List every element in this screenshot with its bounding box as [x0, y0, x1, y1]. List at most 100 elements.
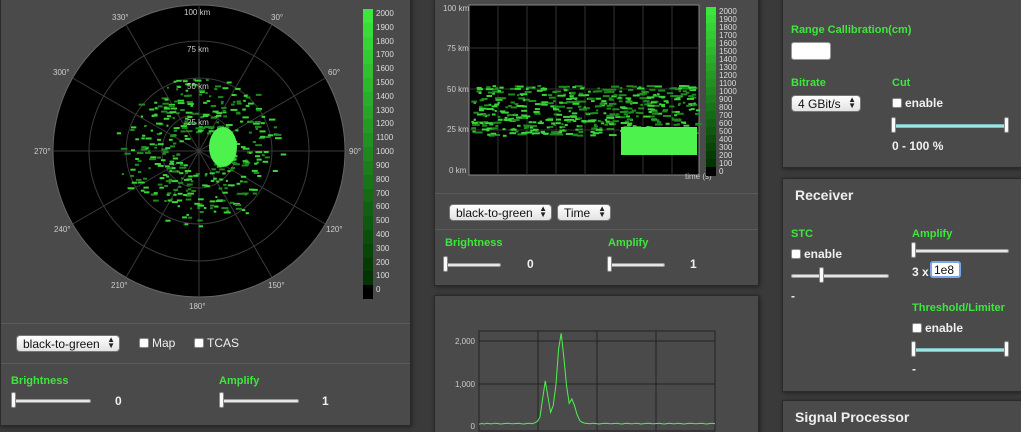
- cut-range-value: 0 - 100 %: [892, 139, 944, 153]
- threshold-value: -: [912, 362, 916, 376]
- slider-thumb[interactable]: [607, 256, 612, 272]
- ppi-amplify-slider[interactable]: [219, 392, 299, 408]
- divider: [1, 363, 410, 364]
- stc-slider[interactable]: [791, 267, 889, 283]
- slider-thumb-low[interactable]: [911, 341, 916, 357]
- map-label: Map: [152, 336, 176, 350]
- colorbar-tick: 600: [376, 202, 390, 212]
- waterfall-brightness-label: Brightness: [445, 237, 503, 249]
- ppi-brightness-label: Brightness: [11, 375, 69, 387]
- waterfall-colormap-select[interactable]: black-to-green ▲ ▼: [449, 204, 552, 221]
- amplify-input[interactable]: 1e8: [930, 261, 961, 278]
- waterfall-amplify-slider[interactable]: [607, 256, 665, 272]
- waterfall-axis-select[interactable]: Time ▲ ▼: [557, 204, 611, 221]
- bearing-label: 60°: [328, 68, 340, 77]
- colorbar-tick: 900: [376, 160, 390, 170]
- stc-value: -: [791, 289, 795, 303]
- ppi-brightness-slider[interactable]: [11, 392, 91, 408]
- divider: [435, 229, 758, 230]
- ppi-amplify-value: 1: [322, 394, 329, 408]
- waterfall-y-label: 0 km: [449, 166, 467, 175]
- colorbar-tick: 800: [376, 174, 390, 184]
- slider-thumb[interactable]: [911, 242, 916, 258]
- colorbar-tick: 100: [376, 271, 390, 281]
- slider-thumb[interactable]: [443, 256, 448, 272]
- slider-thumb-low[interactable]: [891, 117, 896, 133]
- colorbar-segment: [363, 188, 373, 203]
- slider-thumb-high[interactable]: [1004, 341, 1009, 357]
- range-calibration-input[interactable]: [791, 42, 831, 60]
- signal-processor-panel: Signal Processor: [782, 400, 1021, 432]
- colorbar-segment: [363, 147, 373, 162]
- ppi-panel: 100 km 75 km 50 km 25 km 330° 30° 300° 6…: [0, 0, 411, 426]
- signal-processor-title: Signal Processor: [795, 409, 910, 425]
- ppi-colormap-select[interactable]: black-to-green ▲ ▼: [16, 335, 120, 352]
- stc-enable-checkbox[interactable]: [791, 249, 801, 259]
- colorbar-segment: [363, 202, 373, 217]
- slider-thumb[interactable]: [11, 392, 16, 408]
- colorbar-tick: 1000: [376, 147, 394, 157]
- bearing-label: 270°: [34, 147, 51, 156]
- colorbar-tick: 1400: [376, 91, 394, 101]
- colorbar-segment: [363, 257, 373, 272]
- colorbar-tick: 700: [376, 188, 390, 198]
- colorbar-tick: 1800: [376, 36, 394, 46]
- colorbar-tick: 0: [719, 167, 724, 176]
- bearing-label: 210°: [111, 281, 128, 290]
- bearing-label: 90°: [349, 147, 361, 156]
- ppi-amplify-label: Amplify: [219, 375, 260, 387]
- cut-enable-checkbox[interactable]: [892, 98, 902, 108]
- receiver-panel: Receiver STC enable - Amplify 3 x 1e8 Th…: [782, 178, 1021, 392]
- receiver-amplify-label: Amplify: [912, 228, 953, 240]
- ppi-brightness-value: 0: [115, 394, 122, 408]
- stc-enable-label: enable: [804, 247, 843, 261]
- amplify-prefix: 3 x: [912, 265, 929, 279]
- colorbar-segment: [363, 105, 373, 120]
- ascope-y-tick: 2,000: [455, 337, 476, 346]
- receiver-amplify-slider[interactable]: [911, 242, 1009, 258]
- ascope-chart: 2,000 1,000 0: [455, 330, 716, 432]
- waterfall-y-label: 100 km: [443, 4, 470, 13]
- colorbar-segment: [363, 174, 373, 189]
- tcas-checkbox[interactable]: [194, 338, 204, 348]
- threshold-enable-checkbox[interactable]: [912, 323, 922, 333]
- divider: [1, 323, 410, 324]
- waterfall-brightness-slider[interactable]: [443, 256, 501, 272]
- colorbar-segment: [363, 271, 373, 286]
- colorbar-tick: 2000: [376, 9, 394, 18]
- colorbar-tick: 500: [376, 216, 390, 226]
- divider: [435, 193, 758, 194]
- colorbar-segment: [363, 22, 373, 38]
- waterfall-amplify-value: 1: [690, 257, 697, 271]
- threshold-enable-label: enable: [925, 321, 964, 335]
- slider-thumb[interactable]: [219, 392, 224, 408]
- bitrate-select[interactable]: 4 GBit/s ▲ ▼: [791, 95, 861, 112]
- colorbar-tick: 0: [376, 285, 381, 295]
- waterfall-colorbar: 2000 1900 1800 1700 1600 1500 1400 1300 1200 1100…: [706, 7, 746, 177]
- colorbar-tick: 1900: [376, 22, 394, 32]
- threshold-range-slider[interactable]: [911, 341, 1009, 357]
- colorbar-segment: [706, 167, 716, 176]
- ascope-y-tick: 0: [471, 422, 476, 431]
- colorbar-segment: [363, 36, 373, 51]
- colorbar-tick: 400: [376, 229, 390, 239]
- updown-arrows-icon: ▲ ▼: [848, 95, 856, 110]
- stc-label: STC: [791, 228, 813, 240]
- slider-thumb-high[interactable]: [1004, 117, 1009, 133]
- range-label: 50 km: [187, 82, 209, 91]
- bearing-label: 150°: [268, 281, 285, 290]
- waterfall-brightness-value: 0: [527, 257, 534, 271]
- colorbar-tick: 1300: [376, 105, 394, 115]
- colorbar-segment: [363, 160, 373, 176]
- colorbar-segment: [363, 229, 373, 245]
- cut-range-slider[interactable]: [891, 117, 1009, 133]
- settings-panel: Range Callibration(cm) Bitrate 4 GBit/s ▲…: [782, 0, 1021, 168]
- waterfall-y-label: 75 km: [447, 44, 469, 53]
- slider-thumb[interactable]: [819, 267, 824, 283]
- map-checkbox[interactable]: [139, 338, 149, 348]
- bearing-label: 120°: [326, 225, 343, 234]
- cut-label: Cut: [892, 77, 911, 89]
- range-calibration-label: Range Callibration(cm): [791, 24, 912, 36]
- range-label: 25 km: [187, 118, 209, 127]
- updown-arrows-icon: ▲ ▼: [107, 335, 115, 350]
